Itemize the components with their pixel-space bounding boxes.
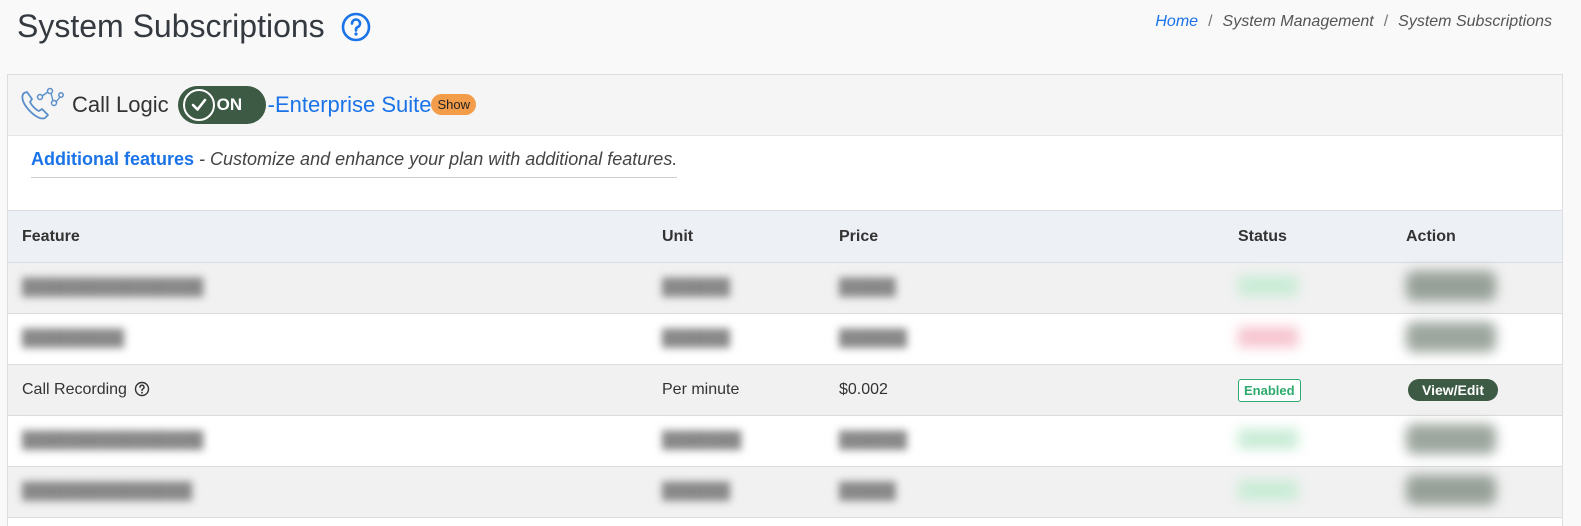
additional-features-heading: Additional features - Customize and enha… bbox=[31, 149, 678, 178]
table-header-row: Feature Unit Price Status Action bbox=[8, 210, 1562, 263]
blurred-cell: ██████ bbox=[839, 330, 908, 347]
table-row: █████████ ██████ ██████ bbox=[8, 313, 1562, 365]
action-cell: View/Edit bbox=[1392, 365, 1562, 416]
feature-cell: Call Recording bbox=[8, 365, 648, 416]
plan-name[interactable]: Enterprise Suite bbox=[275, 92, 432, 118]
blurred-cell: ████████████████ bbox=[22, 279, 204, 296]
blurred-status bbox=[1224, 467, 1392, 518]
blurred-action bbox=[1392, 467, 1562, 518]
blurred-cell: ███████ bbox=[662, 432, 742, 449]
blurred-action bbox=[1392, 314, 1562, 365]
subscription-header: Call Logic ON - Enterprise Suite Show bbox=[8, 75, 1562, 136]
blurred-cell: ██████ bbox=[662, 279, 731, 296]
column-header-action: Action bbox=[1406, 227, 1456, 245]
column-header-status[interactable]: Status bbox=[1224, 211, 1392, 263]
phone-network-icon bbox=[21, 87, 64, 120]
check-icon bbox=[182, 89, 215, 121]
subscription-toggle[interactable]: ON bbox=[177, 86, 266, 124]
column-header-unit[interactable]: Unit bbox=[648, 211, 825, 263]
status-badge: Enabled bbox=[1238, 378, 1301, 402]
additional-features-title: Additional features bbox=[31, 149, 195, 169]
additional-features-description: - Customize and enhance your plan with a… bbox=[194, 149, 678, 169]
breadcrumb-home[interactable]: Home bbox=[1155, 13, 1198, 31]
blurred-cell: ██████ bbox=[662, 483, 731, 500]
features-table: Feature Unit Price Status Action ███████… bbox=[8, 210, 1562, 518]
view-edit-button[interactable]: View/Edit bbox=[1408, 379, 1498, 401]
additional-features-section: Additional features - Customize and enha… bbox=[8, 136, 1562, 210]
blurred-cell: █████ bbox=[839, 279, 896, 296]
table-row: ████████████████ ██████ █████ bbox=[8, 262, 1562, 314]
blurred-cell: ████████████████ bbox=[22, 432, 204, 449]
toggle-state: ON bbox=[216, 95, 243, 114]
show-button[interactable]: Show bbox=[431, 93, 476, 115]
breadcrumb-separator: / bbox=[1383, 13, 1389, 30]
breadcrumb-current: System Subscriptions bbox=[1398, 13, 1552, 30]
price-cell: $0.002 bbox=[839, 381, 888, 398]
column-header-feature[interactable]: Feature bbox=[8, 211, 648, 263]
blurred-status bbox=[1224, 263, 1392, 314]
blurred-status bbox=[1224, 416, 1392, 467]
breadcrumb: Home / System Management / System Subscr… bbox=[1155, 13, 1552, 31]
blurred-cell: ██████ bbox=[839, 432, 908, 449]
subscription-card: Call Logic ON - Enterprise Suite Show Ad… bbox=[7, 74, 1563, 526]
plan-separator: - bbox=[267, 92, 275, 117]
table-row: ███████████████ ██████ █████ bbox=[8, 466, 1562, 518]
table-row: Call Recording Per minute $0.002 Enabled… bbox=[8, 364, 1562, 416]
page-title: System Subscriptions bbox=[17, 8, 325, 44]
breadcrumb-separator: / bbox=[1208, 13, 1213, 30]
status-cell: Enabled bbox=[1224, 365, 1392, 416]
blurred-status bbox=[1224, 314, 1392, 365]
breadcrumb-system-management: System Management bbox=[1222, 13, 1374, 30]
question-circle-icon[interactable] bbox=[341, 12, 371, 42]
blurred-cell: █████████ bbox=[22, 330, 125, 347]
table-row: ████████████████ ███████ ██████ bbox=[8, 415, 1562, 467]
question-circle-icon[interactable] bbox=[134, 381, 150, 397]
blurred-cell: ███████████████ bbox=[22, 483, 193, 500]
blurred-cell: █████ bbox=[839, 483, 896, 500]
blurred-action bbox=[1392, 416, 1562, 467]
feature-name: Call Recording bbox=[22, 381, 127, 398]
unit-cell: Per minute bbox=[662, 381, 740, 398]
blurred-cell: ██████ bbox=[662, 330, 731, 347]
page-header: System Subscriptions bbox=[17, 8, 371, 45]
product-name: Call Logic bbox=[72, 92, 169, 117]
blurred-action bbox=[1392, 263, 1562, 314]
column-header-price[interactable]: Price bbox=[825, 211, 1224, 263]
